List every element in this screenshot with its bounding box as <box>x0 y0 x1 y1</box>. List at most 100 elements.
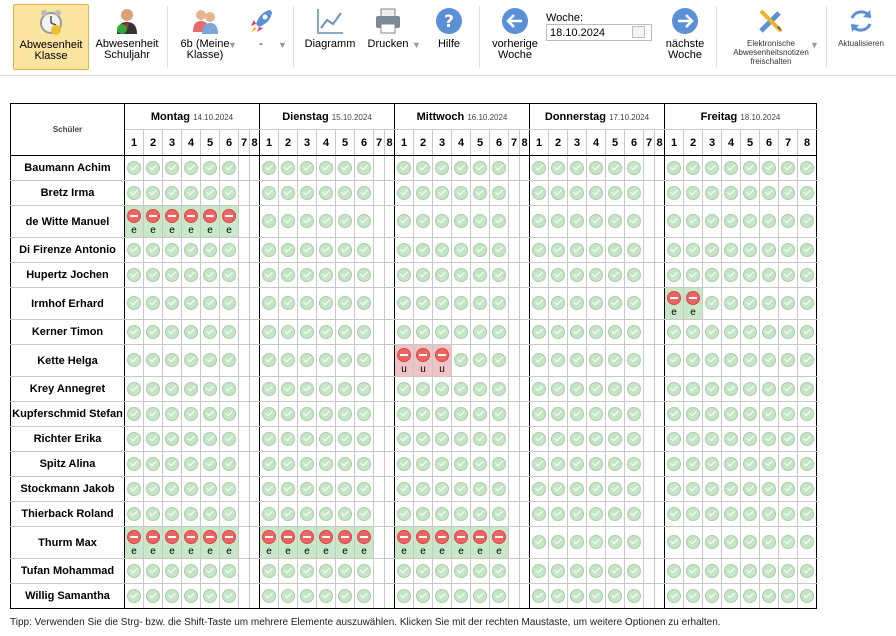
attendance-cell[interactable] <box>124 319 144 345</box>
attendance-cell[interactable] <box>384 287 395 320</box>
attendance-cell[interactable] <box>519 558 530 584</box>
attendance-cell[interactable] <box>373 180 385 206</box>
attendance-cell[interactable] <box>759 237 779 263</box>
attendance-cell[interactable] <box>219 180 239 206</box>
attendance-cell[interactable] <box>219 155 239 181</box>
attendance-cell[interactable] <box>519 319 530 345</box>
attendance-cell[interactable] <box>519 205 530 238</box>
attendance-cell[interactable] <box>702 558 722 584</box>
attendance-cell[interactable] <box>654 155 665 181</box>
attendance-cell[interactable] <box>200 401 220 427</box>
attendance-cell[interactable] <box>702 583 722 609</box>
attendance-cell[interactable] <box>654 476 665 502</box>
attendance-cell[interactable] <box>519 287 530 320</box>
attendance-cell[interactable] <box>508 155 520 181</box>
attendance-cell[interactable] <box>605 287 625 320</box>
attendance-cell[interactable] <box>683 319 703 345</box>
class-select-chevron-down-icon[interactable]: ▼ <box>228 40 237 50</box>
attendance-cell[interactable] <box>143 155 163 181</box>
attendance-cell[interactable] <box>219 262 239 288</box>
attendance-cell[interactable] <box>143 501 163 527</box>
attendance-cell[interactable] <box>162 426 182 452</box>
attendance-cell[interactable] <box>384 451 395 477</box>
attendance-cell[interactable] <box>519 401 530 427</box>
attendance-cell[interactable] <box>413 583 433 609</box>
attendance-cell[interactable] <box>470 501 490 527</box>
attendance-cell[interactable] <box>219 583 239 609</box>
attendance-cell[interactable] <box>278 501 298 527</box>
attendance-cell[interactable] <box>470 262 490 288</box>
attendance-cell[interactable] <box>143 262 163 288</box>
attendance-cell[interactable] <box>489 344 509 377</box>
attendance-cell[interactable] <box>278 376 298 402</box>
attendance-cell[interactable] <box>740 319 760 345</box>
attendance-cell[interactable] <box>335 426 355 452</box>
attendance-cell[interactable] <box>664 180 684 206</box>
attendance-cell[interactable] <box>797 344 817 377</box>
attendance-cell[interactable]: e <box>259 526 279 559</box>
attendance-cell[interactable] <box>316 262 336 288</box>
attendance-cell[interactable] <box>181 287 201 320</box>
attendance-cell[interactable] <box>740 155 760 181</box>
attendance-cell[interactable] <box>394 451 414 477</box>
attendance-cell[interactable] <box>797 583 817 609</box>
attendance-cell[interactable] <box>432 426 452 452</box>
attendance-cell[interactable] <box>181 319 201 345</box>
attendance-cell[interactable] <box>489 180 509 206</box>
prev-week-button[interactable]: vorherige Woche <box>487 4 543 70</box>
attendance-cell[interactable] <box>567 344 587 377</box>
attendance-cell[interactable] <box>259 558 279 584</box>
attendance-cell[interactable] <box>124 558 144 584</box>
attendance-cell[interactable] <box>721 155 741 181</box>
attendance-cell[interactable] <box>384 583 395 609</box>
attendance-cell[interactable] <box>394 583 414 609</box>
attendance-cell[interactable] <box>567 401 587 427</box>
attendance-cell[interactable] <box>162 476 182 502</box>
attendance-cell[interactable] <box>721 205 741 238</box>
attendance-cell[interactable] <box>354 451 374 477</box>
attendance-cell[interactable] <box>316 451 336 477</box>
attendance-cell[interactable] <box>451 401 471 427</box>
attendance-cell[interactable] <box>605 319 625 345</box>
attendance-cell[interactable] <box>297 426 317 452</box>
attendance-cell[interactable] <box>797 376 817 402</box>
attendance-cell[interactable] <box>249 344 260 377</box>
attendance-cell[interactable] <box>586 180 606 206</box>
attendance-cell[interactable] <box>432 262 452 288</box>
attendance-cell[interactable] <box>778 205 798 238</box>
attendance-cell[interactable] <box>316 558 336 584</box>
attendance-cell[interactable] <box>683 237 703 263</box>
attendance-cell[interactable] <box>624 344 644 377</box>
attendance-cell[interactable] <box>508 451 520 477</box>
student-name[interactable]: Spitz Alina <box>10 451 125 477</box>
attendance-cell[interactable]: e <box>162 526 182 559</box>
attendance-cell[interactable] <box>586 526 606 559</box>
attendance-cell[interactable] <box>413 319 433 345</box>
attendance-cell[interactable] <box>508 287 520 320</box>
attendance-cell[interactable] <box>508 476 520 502</box>
attendance-cell[interactable] <box>797 205 817 238</box>
attendance-cell[interactable] <box>740 376 760 402</box>
attendance-cell[interactable] <box>384 401 395 427</box>
attendance-cell[interactable]: e <box>143 526 163 559</box>
student-name[interactable]: Richter Erika <box>10 426 125 452</box>
attendance-cell[interactable] <box>297 583 317 609</box>
attendance-cell[interactable] <box>548 501 568 527</box>
attendance-cell[interactable] <box>316 155 336 181</box>
attendance-cell[interactable] <box>162 558 182 584</box>
attendance-cell[interactable] <box>519 237 530 263</box>
attendance-cell[interactable] <box>508 426 520 452</box>
attendance-cell[interactable] <box>316 344 336 377</box>
attendance-cell[interactable] <box>259 237 279 263</box>
attendance-cell[interactable] <box>683 558 703 584</box>
attendance-cell[interactable] <box>740 401 760 427</box>
attendance-cell[interactable] <box>124 426 144 452</box>
attendance-cell[interactable] <box>259 583 279 609</box>
attendance-cell[interactable] <box>394 501 414 527</box>
attendance-cell[interactable] <box>778 376 798 402</box>
attendance-cell[interactable] <box>124 287 144 320</box>
attendance-cell[interactable] <box>162 344 182 377</box>
attendance-cell[interactable] <box>683 262 703 288</box>
attendance-cell[interactable] <box>529 501 549 527</box>
attendance-cell[interactable] <box>200 155 220 181</box>
